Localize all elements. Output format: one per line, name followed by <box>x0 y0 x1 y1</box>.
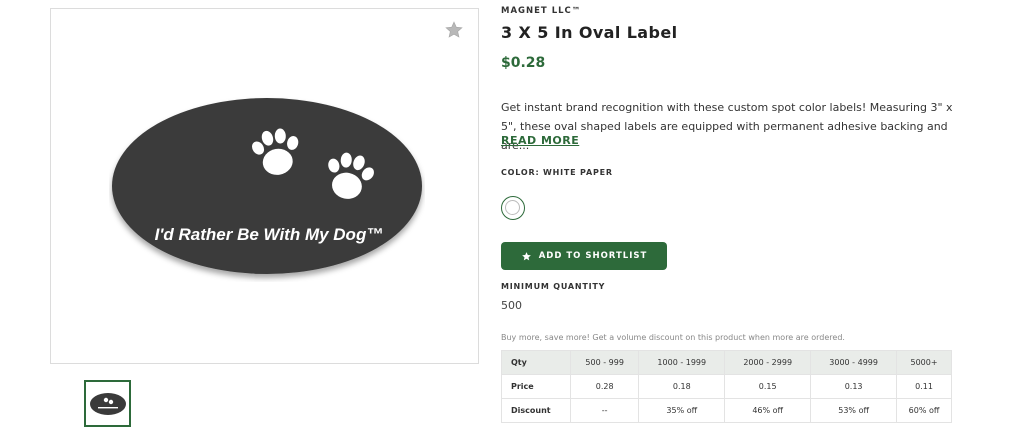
table-header-cell: Qty <box>501 350 571 375</box>
table-row: Price 0.28 0.18 0.15 0.13 0.11 <box>501 374 952 399</box>
product-thumbnail[interactable] <box>84 380 131 427</box>
swatch-inner <box>505 200 520 215</box>
table-header-cell: 3000 - 4999 <box>810 350 898 375</box>
minimum-quantity-value: 500 <box>501 299 522 312</box>
table-cell: 0.15 <box>724 374 812 399</box>
table-cell: -- <box>569 398 640 423</box>
minimum-quantity-label: MINIMUM QUANTITY <box>501 282 606 291</box>
volume-discount-note: Buy more, save more! Get a volume discou… <box>501 333 845 342</box>
table-cell: 0.18 <box>638 374 726 399</box>
oval-label-image: I'd Rather Be With My Dog™ <box>112 98 422 274</box>
table-header-cell: 500 - 999 <box>569 350 640 375</box>
product-image-main: I'd Rather Be With My Dog™ <box>50 8 479 364</box>
product-price: $0.28 <box>501 55 546 71</box>
thumbnail-oval-image <box>89 392 126 415</box>
shortlist-button-label: ADD TO SHORTLIST <box>538 251 648 261</box>
volume-pricing-table: Qty 500 - 999 1000 - 1999 2000 - 2999 30… <box>501 350 952 423</box>
brand-name[interactable]: MAGNET LLC™ <box>501 6 581 16</box>
product-title: 3 X 5 In Oval Label <box>501 23 678 42</box>
table-header-row: Qty 500 - 999 1000 - 1999 2000 - 2999 30… <box>501 350 952 375</box>
star-icon <box>521 251 531 260</box>
table-header-cell: 5000+ <box>896 350 952 375</box>
table-cell: 35% off <box>638 398 726 423</box>
color-swatch-white-paper[interactable] <box>501 196 525 220</box>
table-cell: 53% off <box>810 398 898 423</box>
color-label: COLOR: WHITE PAPER <box>501 168 613 177</box>
table-cell: Price <box>501 374 571 399</box>
table-cell: 46% off <box>724 398 812 423</box>
add-to-shortlist-button[interactable]: ADD TO SHORTLIST <box>501 242 667 270</box>
table-row: Discount -- 35% off 46% off 53% off 60% … <box>501 398 952 423</box>
table-header-cell: 2000 - 2999 <box>724 350 812 375</box>
label-slogan: I'd Rather Be With My Dog™ <box>155 225 384 244</box>
table-cell: Discount <box>501 398 571 423</box>
table-header-cell: 1000 - 1999 <box>638 350 726 375</box>
table-cell: 0.28 <box>569 374 640 399</box>
table-cell: 60% off <box>896 398 952 423</box>
read-more-link[interactable]: READ MORE <box>501 134 579 147</box>
table-cell: 0.13 <box>810 374 898 399</box>
favorite-star-icon[interactable] <box>444 20 464 40</box>
table-cell: 0.11 <box>896 374 952 399</box>
